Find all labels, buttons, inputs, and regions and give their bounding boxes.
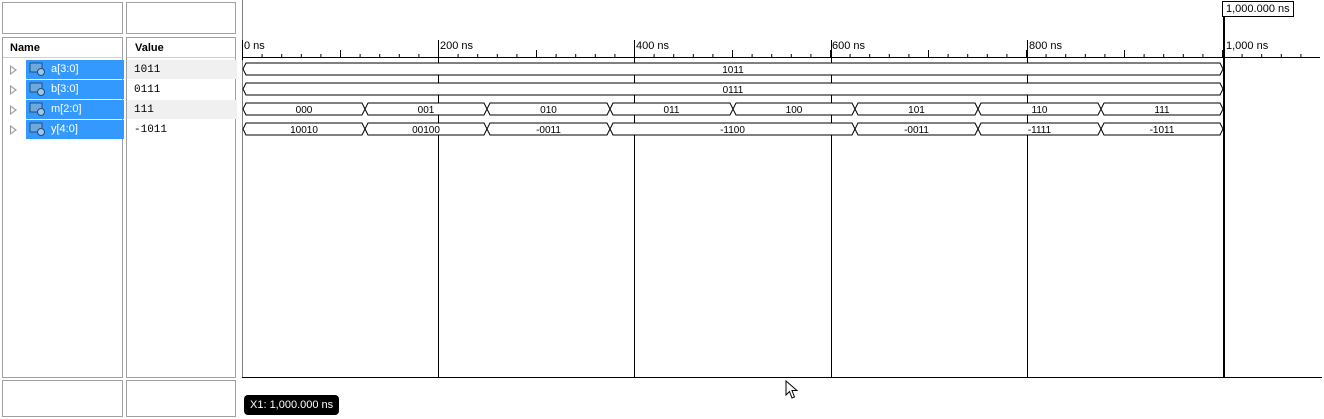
waveform-canvas: 1011 0111 000 001 010 011 100 101 110 111 10010…: [242, 17, 1320, 378]
bus-value: 010: [540, 105, 557, 116]
bus-value: -1100: [720, 125, 745, 136]
time-ruler: [242, 50, 1320, 58]
bus-value: -1111: [1028, 125, 1052, 136]
bus-value: 000: [296, 105, 313, 116]
cursor-label: X1: 1,000.000 ns: [244, 395, 340, 415]
bus-m: 000 001 010 011 100 101 110 111: [242, 102, 1224, 116]
bus-value: 00100: [412, 125, 440, 136]
cursor-time-marker[interactable]: 1,000.000 ns: [1222, 1, 1294, 17]
bus-a: 1011: [242, 62, 1224, 76]
mouse-pointer-icon: [785, 380, 799, 399]
bus-value: 011: [664, 105, 680, 116]
bus-value: -0011: [536, 125, 561, 136]
bus-value: 101: [908, 105, 925, 116]
bus-value: -0011: [904, 125, 929, 136]
bus-y: 10010 00100 -0011 -1100 -0011 -1111 -1011: [242, 122, 1224, 136]
bus-value: 1011: [722, 65, 744, 76]
bus-value: 10010: [290, 125, 318, 136]
bus-value: 110: [1032, 105, 1048, 116]
bus-value: -1011: [1150, 125, 1175, 136]
bus-b: 0111: [242, 82, 1224, 96]
bus-value: 111: [1154, 105, 1170, 116]
bus-value: 100: [786, 105, 803, 116]
bus-value: 0111: [723, 85, 744, 96]
bus-value: 001: [418, 105, 435, 116]
